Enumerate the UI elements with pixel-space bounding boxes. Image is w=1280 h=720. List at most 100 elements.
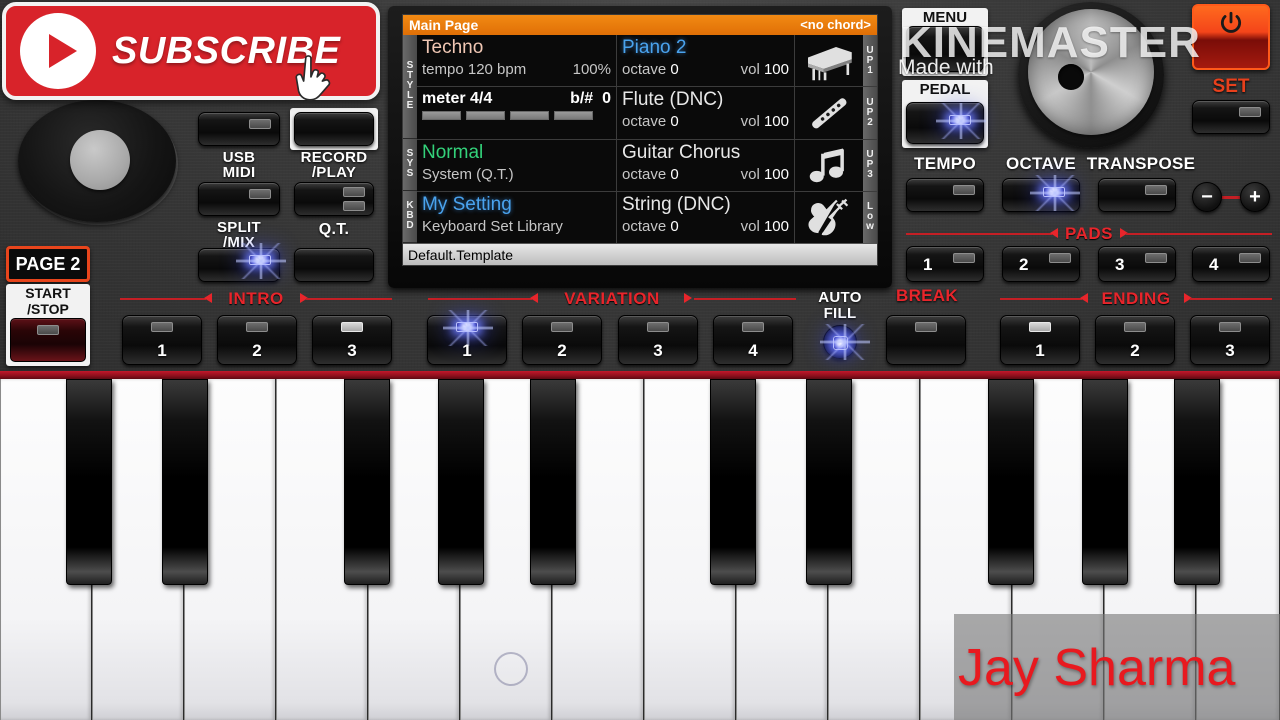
lcd-row-up1: Techno tempo 120 bpm 100% Piano 2 octave…	[417, 35, 877, 88]
auto-fill-button[interactable]	[820, 324, 870, 360]
black-key[interactable]	[1174, 379, 1220, 585]
pitch-joystick-knob[interactable]	[70, 130, 130, 190]
auto-fill-label-line1: AUTO	[818, 289, 862, 306]
variation-3-label: 3	[653, 341, 663, 360]
lcd-rows: Techno tempo 120 bpm 100% Piano 2 octave…	[417, 35, 877, 243]
lcd-row-up3: Normal System (Q.T.) Guitar Chorus octav…	[417, 139, 877, 192]
variation-button-3[interactable]: 3	[618, 315, 698, 365]
black-key[interactable]	[162, 379, 208, 585]
transpose-label: TRANSPOSE	[1086, 154, 1196, 173]
variation-button-2[interactable]: 2	[522, 315, 602, 365]
black-key[interactable]	[438, 379, 484, 585]
octave-value-up2: 0	[670, 113, 679, 131]
usb-midi-led	[249, 119, 271, 129]
break-button[interactable]	[886, 315, 966, 365]
key-sign-value: 0	[602, 90, 611, 108]
lcd-part-cell-low[interactable]: String (DNC) octave 0 vol 100	[617, 191, 795, 243]
qt-led-bottom	[343, 201, 365, 211]
ending-button-3[interactable]: 3	[1190, 315, 1270, 365]
lcd-label-style: STYLE	[403, 35, 417, 139]
intro-button-1[interactable]: 1	[122, 315, 202, 365]
vol-label-up2: vol	[740, 113, 760, 131]
pad-button-2[interactable]: 2	[1002, 246, 1080, 282]
slot-label-up3: UP3	[866, 149, 874, 181]
record-play-button[interactable]	[294, 112, 374, 146]
key-sign-label: b/#	[570, 90, 594, 108]
pedal-button[interactable]	[906, 102, 986, 144]
pad-button-4[interactable]: 4	[1192, 246, 1270, 282]
ending-1-led	[1029, 322, 1051, 332]
pad-button-1[interactable]: 1	[906, 246, 984, 282]
ending-button-1[interactable]: 1	[1000, 315, 1080, 365]
start-stop-button[interactable]	[10, 318, 86, 362]
transpose-button[interactable]	[1098, 178, 1176, 212]
start-stop-led	[37, 325, 59, 335]
part-params-low: octave 0 vol 100	[622, 217, 789, 236]
plus-button[interactable]: +	[1240, 182, 1270, 212]
lcd-style-cell[interactable]: Techno tempo 120 bpm 100%	[417, 35, 617, 87]
qt-button[interactable]	[294, 182, 374, 216]
variation-button-4[interactable]: 4	[713, 315, 793, 365]
lcd-part-cell-up2[interactable]: Flute (DNC) octave 0 vol 100	[617, 87, 795, 139]
black-key[interactable]	[530, 379, 576, 585]
page2-button[interactable]: PAGE 2	[6, 246, 90, 282]
part-params-up2: octave 0 vol 100	[622, 112, 789, 131]
part-name-low: String (DNC)	[622, 193, 731, 215]
vol-value-up3: 100	[763, 165, 789, 183]
start-stop-label-line2: /STOP	[27, 301, 69, 317]
page2-label: PAGE 2	[15, 254, 81, 274]
lcd-meter-cell[interactable]: meter 4/4 b/# 0	[417, 87, 617, 139]
octave-label-up2: octave	[622, 113, 667, 131]
black-key[interactable]	[806, 379, 852, 585]
pad-2-label: 2	[1019, 255, 1029, 274]
variation-button-1[interactable]: 1	[427, 310, 507, 365]
keyboard-app-screen: USB MIDI RECORD /PLAY SPLIT /MIX Q.T. PA…	[0, 0, 1280, 720]
black-key[interactable]	[66, 379, 112, 585]
black-key[interactable]	[988, 379, 1034, 585]
black-key[interactable]	[1082, 379, 1128, 585]
intro-button-2[interactable]: 2	[217, 315, 297, 365]
beat-indicator-group	[422, 111, 611, 121]
aux-button-left[interactable]	[198, 243, 286, 282]
split-mix-button[interactable]	[198, 182, 280, 216]
slot-label-up1: UP1	[866, 44, 874, 76]
lcd-kbd-cell[interactable]: My Setting Keyboard Set Library	[417, 191, 617, 243]
beat-indicator-1	[422, 111, 461, 121]
pedal-led	[936, 103, 986, 139]
lcd-part-cell-up3[interactable]: Guitar Chorus octave 0 vol 100	[617, 139, 795, 191]
record-play-label-line1: RECORD	[300, 149, 368, 166]
aux-button-right[interactable]	[294, 248, 374, 282]
slot-label-up3-col: UP3	[863, 139, 877, 191]
black-key[interactable]	[710, 379, 756, 585]
style-tempo: tempo 120 bpm	[422, 61, 527, 78]
pads-label: PADS	[1065, 224, 1113, 243]
play-icon	[20, 13, 96, 89]
slot-label-up2-col: UP2	[863, 87, 877, 139]
music-note-icon	[809, 148, 844, 182]
touch-indicator	[494, 652, 528, 686]
pad-button-3[interactable]: 3	[1098, 246, 1176, 282]
set-label: SET	[1212, 76, 1250, 97]
variation-2-led	[551, 322, 573, 332]
octave-button[interactable]	[1002, 175, 1080, 212]
lcd-row-low: My Setting Keyboard Set Library String (…	[417, 191, 877, 243]
beat-indicator-2	[466, 111, 505, 121]
style-tempo-percent: 100%	[572, 61, 611, 78]
ending-button-2[interactable]: 2	[1095, 315, 1175, 365]
minus-button[interactable]: −	[1192, 182, 1222, 212]
pitch-joystick[interactable]	[18, 100, 176, 222]
transpose-led	[1145, 185, 1167, 195]
lcd-display[interactable]: Main Page <no chord> STYLE SYS KBD Techn…	[402, 14, 878, 266]
lcd-sys-cell[interactable]: Normal System (Q.T.)	[417, 139, 617, 191]
usb-midi-button[interactable]	[198, 112, 280, 146]
black-key[interactable]	[344, 379, 390, 585]
beat-indicator-4	[554, 111, 593, 121]
lcd-part-cell-up1[interactable]: Piano 2 octave 0 vol 100	[617, 35, 795, 87]
tempo-button[interactable]	[906, 178, 984, 212]
ending-label: ENDING	[1101, 289, 1171, 308]
power-button[interactable]	[1192, 4, 1270, 70]
intro-button-3[interactable]: 3	[312, 315, 392, 365]
variation-1-label: 1	[462, 341, 472, 360]
intro-section-header: INTRO	[120, 289, 392, 308]
set-button[interactable]	[1192, 100, 1270, 134]
